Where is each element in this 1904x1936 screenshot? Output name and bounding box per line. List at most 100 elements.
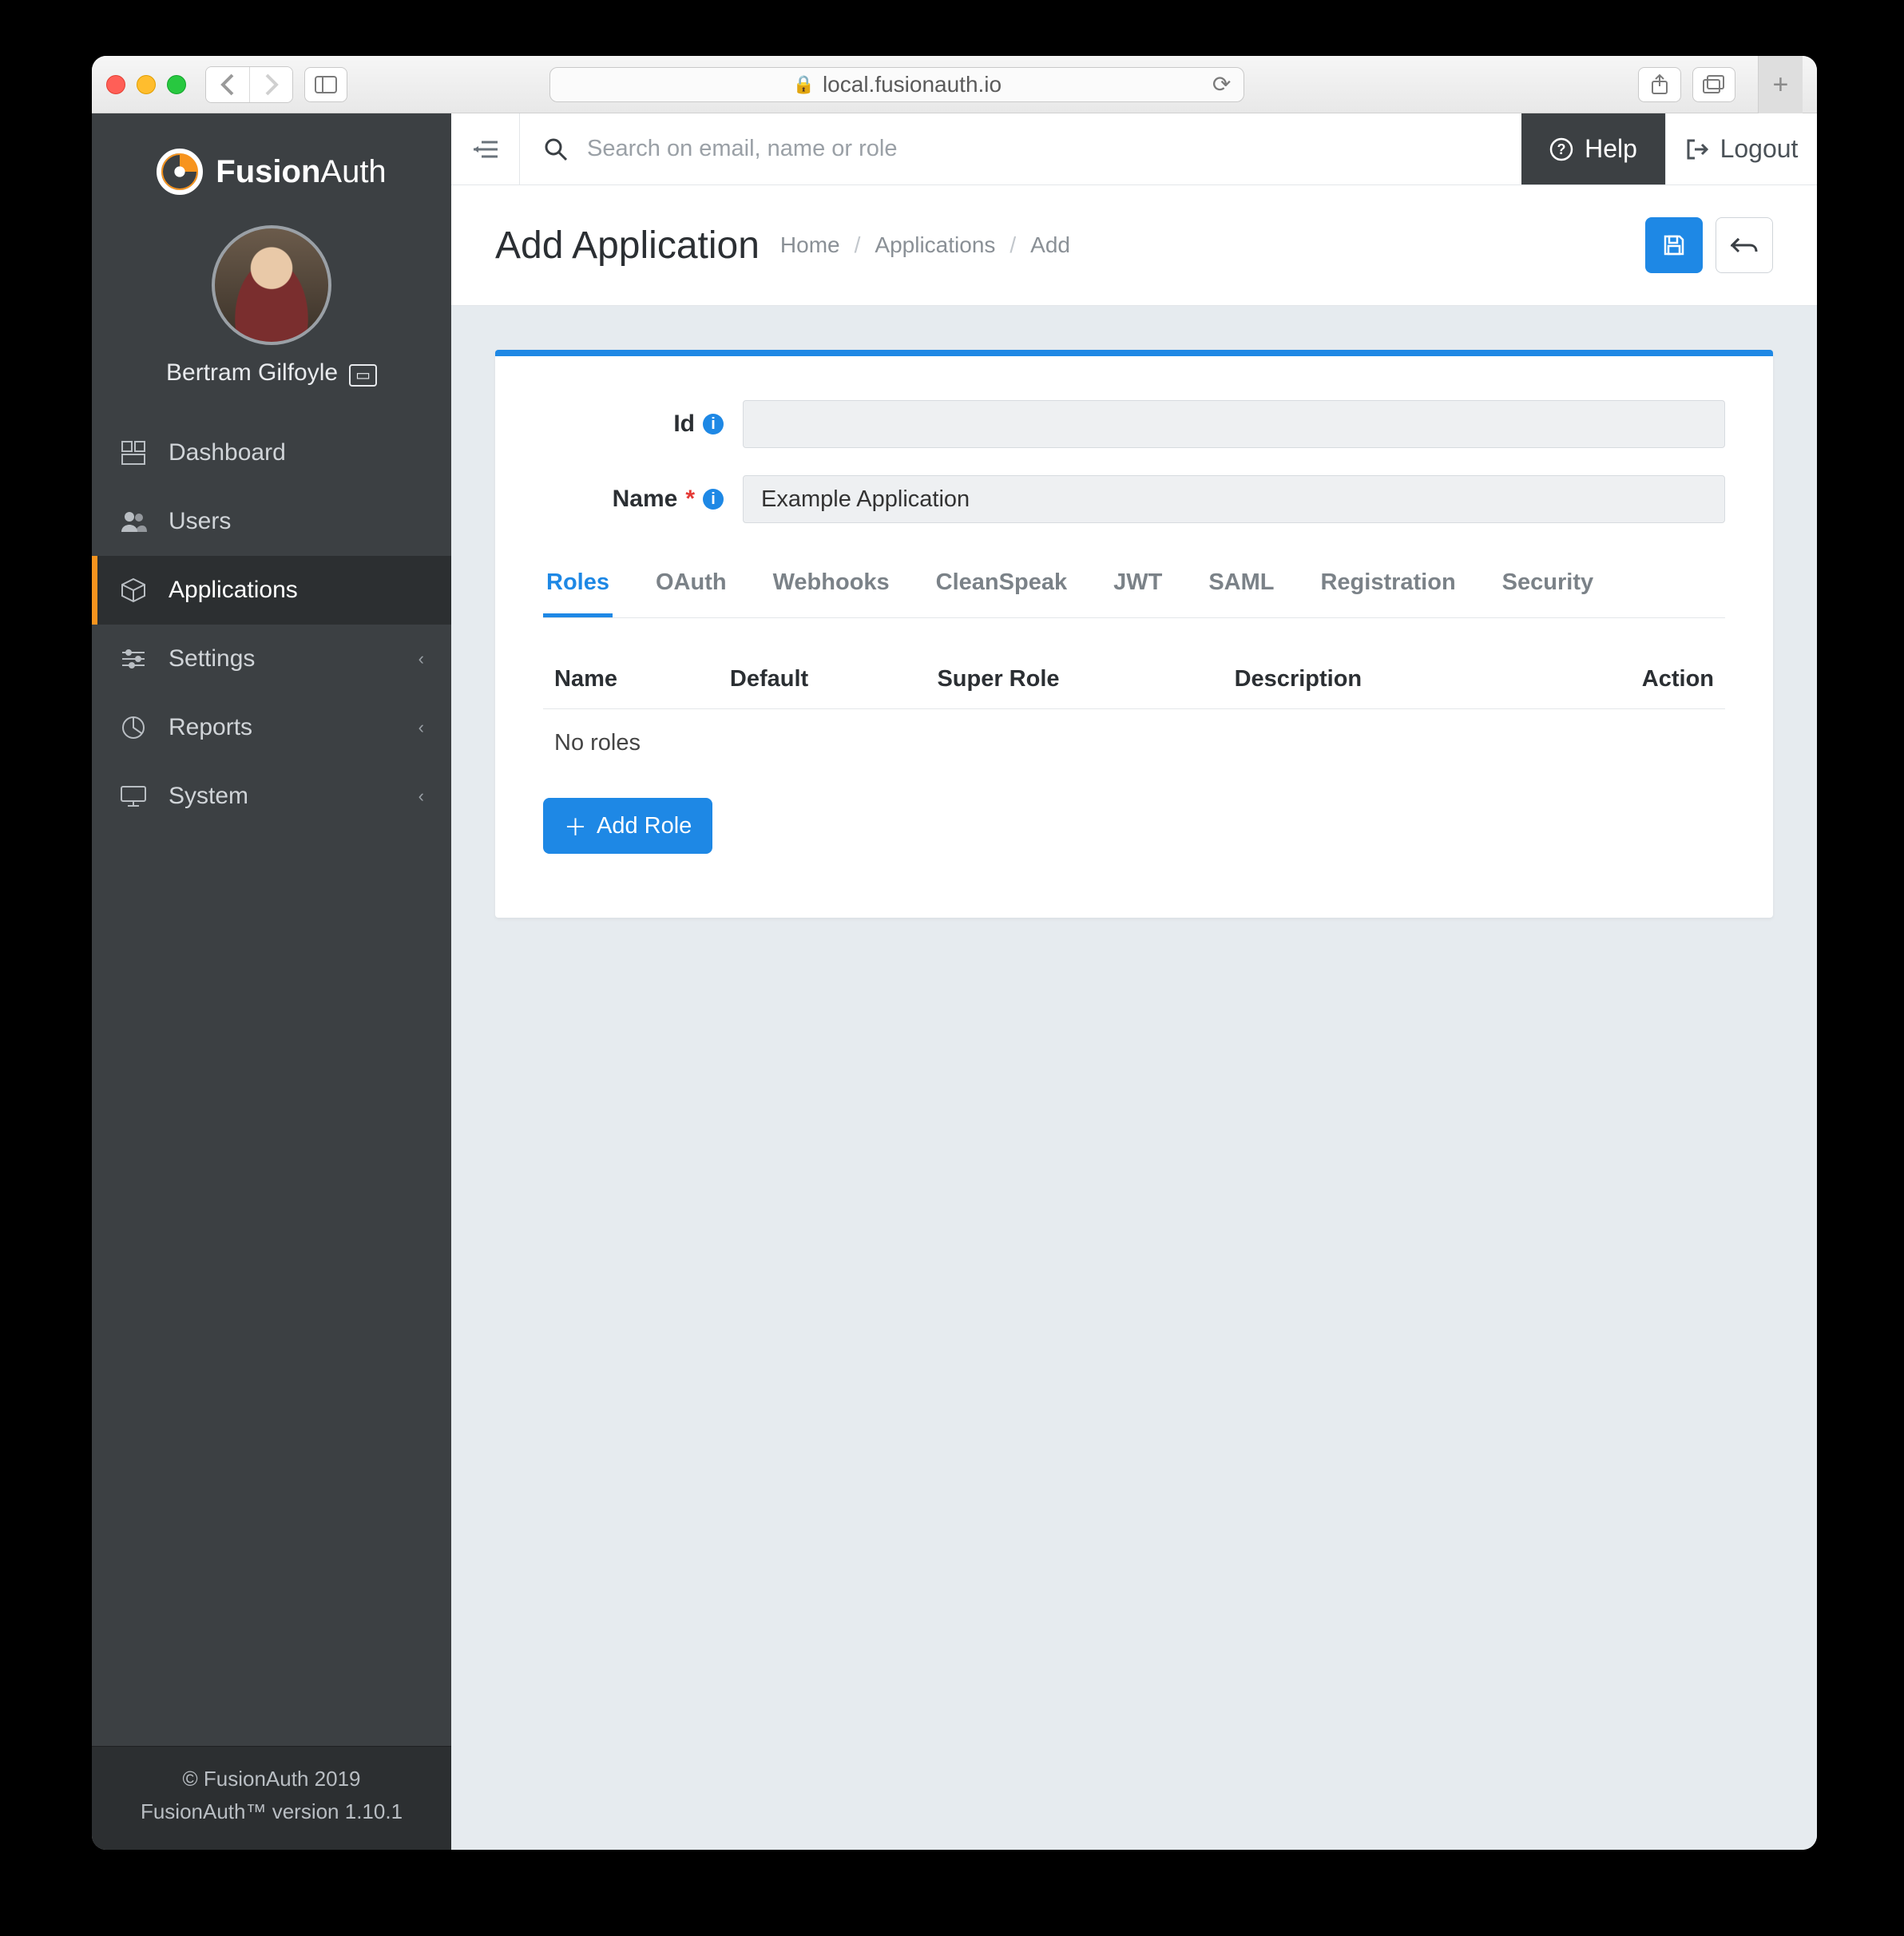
collapse-sidebar-button[interactable] [451, 113, 520, 184]
add-role-label: Add Role [597, 813, 692, 839]
sidebar-item-reports[interactable]: Reports ‹ [92, 693, 451, 762]
breadcrumb-current: Add [1030, 232, 1070, 258]
back-button[interactable] [206, 67, 249, 102]
tab-registration[interactable]: Registration [1317, 555, 1458, 617]
sidebar-footer: © FusionAuth 2019 FusionAuth™ version 1.… [92, 1746, 451, 1850]
address-text: local.fusionauth.io [823, 72, 1002, 97]
breadcrumb-sep: / [1010, 232, 1016, 258]
save-icon [1662, 233, 1686, 257]
sidebar-item-label: Settings [169, 645, 255, 672]
users-icon [119, 510, 148, 534]
sliders-icon [119, 648, 148, 670]
browser-chrome: 🔒 local.fusionauth.io ⟳ + [92, 56, 1817, 113]
undo-icon [1731, 236, 1758, 255]
plus-icon: ＋ [564, 809, 587, 843]
logout-icon [1685, 137, 1709, 161]
sidebar-item-users[interactable]: Users [92, 487, 451, 556]
pie-chart-icon [119, 716, 148, 740]
col-name: Name [543, 650, 719, 709]
name-field[interactable] [743, 475, 1725, 523]
close-window-icon[interactable] [106, 75, 125, 94]
topbar: ? Help Logout [451, 113, 1817, 185]
col-action: Action [1531, 650, 1725, 709]
tab-webhooks[interactable]: Webhooks [770, 555, 893, 617]
table-row: No roles [543, 709, 1725, 778]
search-input[interactable] [587, 136, 1497, 162]
col-description: Description [1224, 650, 1531, 709]
help-button[interactable]: ? Help [1521, 113, 1665, 184]
add-role-button[interactable]: ＋ Add Role [543, 798, 712, 854]
page-header: Add Application Home / Applications / Ad… [451, 185, 1817, 306]
sidebar-item-system[interactable]: System ‹ [92, 762, 451, 831]
version: FusionAuth™ version 1.10.1 [100, 1795, 443, 1829]
minimize-window-icon[interactable] [137, 75, 156, 94]
forward-button[interactable] [249, 67, 292, 102]
lock-icon: 🔒 [793, 74, 815, 95]
info-icon[interactable]: i [703, 489, 724, 510]
page-title: Add Application [495, 224, 760, 268]
search-bar [520, 113, 1521, 184]
copyright: © FusionAuth 2019 [100, 1763, 443, 1796]
col-superrole: Super Role [926, 650, 1223, 709]
main: ? Help Logout Add Application Home / App… [451, 113, 1817, 1850]
sidebar-item-applications[interactable]: Applications [92, 556, 451, 625]
help-icon: ? [1549, 137, 1573, 161]
sidebar-menu: Dashboard Users Applications [92, 419, 451, 1746]
tab-cleanspeak[interactable]: CleanSpeak [933, 555, 1070, 617]
sidebar-item-label: Dashboard [169, 439, 286, 466]
roles-table: Name Default Super Role Description Acti… [543, 650, 1725, 777]
svg-text:?: ? [1557, 141, 1566, 157]
tab-oauth[interactable]: OAuth [653, 555, 730, 617]
sidebar-item-label: Users [169, 508, 231, 535]
help-label: Help [1585, 134, 1637, 164]
tab-security[interactable]: Security [1499, 555, 1597, 617]
window-traffic-lights [106, 75, 186, 94]
breadcrumb-applications[interactable]: Applications [875, 232, 995, 258]
chevron-left-icon: ‹ [418, 717, 424, 738]
chevron-left-icon: ‹ [418, 786, 424, 807]
back-action-button[interactable] [1716, 217, 1773, 273]
breadcrumb-home[interactable]: Home [780, 232, 840, 258]
form-panel: Id i Name* i Roles OAuth [495, 350, 1773, 918]
sidebar-toggle-icon[interactable] [304, 67, 347, 102]
reload-icon[interactable]: ⟳ [1212, 71, 1231, 97]
id-field[interactable] [743, 400, 1725, 448]
sidebar-item-label: Reports [169, 714, 252, 741]
tab-jwt[interactable]: JWT [1110, 555, 1165, 617]
tabs: Roles OAuth Webhooks CleanSpeak JWT SAML… [543, 555, 1725, 618]
breadcrumb-sep: / [855, 232, 861, 258]
nav-buttons [205, 66, 293, 103]
empty-state: No roles [543, 709, 1725, 778]
monitor-icon [119, 785, 148, 807]
share-icon[interactable] [1638, 67, 1681, 102]
dashboard-icon [119, 440, 148, 466]
brand-name: FusionAuth [216, 154, 386, 190]
search-icon [544, 137, 568, 161]
zoom-window-icon[interactable] [167, 75, 186, 94]
logout-button[interactable]: Logout [1665, 113, 1817, 184]
sidebar: FusionAuth Bertram Gilfoyle▭ Dashboard [92, 113, 451, 1850]
tab-roles[interactable]: Roles [543, 555, 613, 617]
cube-icon [119, 577, 148, 603]
chevron-left-icon: ‹ [418, 649, 424, 669]
user-name: Bertram Gilfoyle▭ [92, 359, 451, 387]
id-label: Id i [543, 411, 743, 438]
breadcrumb: Home / Applications / Add [780, 232, 1070, 258]
new-tab-button[interactable]: + [1758, 56, 1803, 113]
address-bar[interactable]: 🔒 local.fusionauth.io ⟳ [549, 67, 1244, 102]
brand-logo-icon [157, 149, 203, 195]
vcard-icon[interactable]: ▭ [349, 364, 377, 387]
brand: FusionAuth [92, 113, 451, 217]
tabs-overview-icon[interactable] [1692, 67, 1735, 102]
name-label: Name* i [543, 486, 743, 513]
logout-label: Logout [1720, 134, 1799, 164]
avatar[interactable] [212, 225, 331, 345]
sidebar-item-label: System [169, 783, 248, 810]
save-button[interactable] [1645, 217, 1703, 273]
tab-saml[interactable]: SAML [1205, 555, 1277, 617]
col-default: Default [719, 650, 926, 709]
sidebar-item-dashboard[interactable]: Dashboard [92, 419, 451, 487]
sidebar-item-label: Applications [169, 577, 298, 604]
info-icon[interactable]: i [703, 414, 724, 434]
sidebar-item-settings[interactable]: Settings ‹ [92, 625, 451, 693]
